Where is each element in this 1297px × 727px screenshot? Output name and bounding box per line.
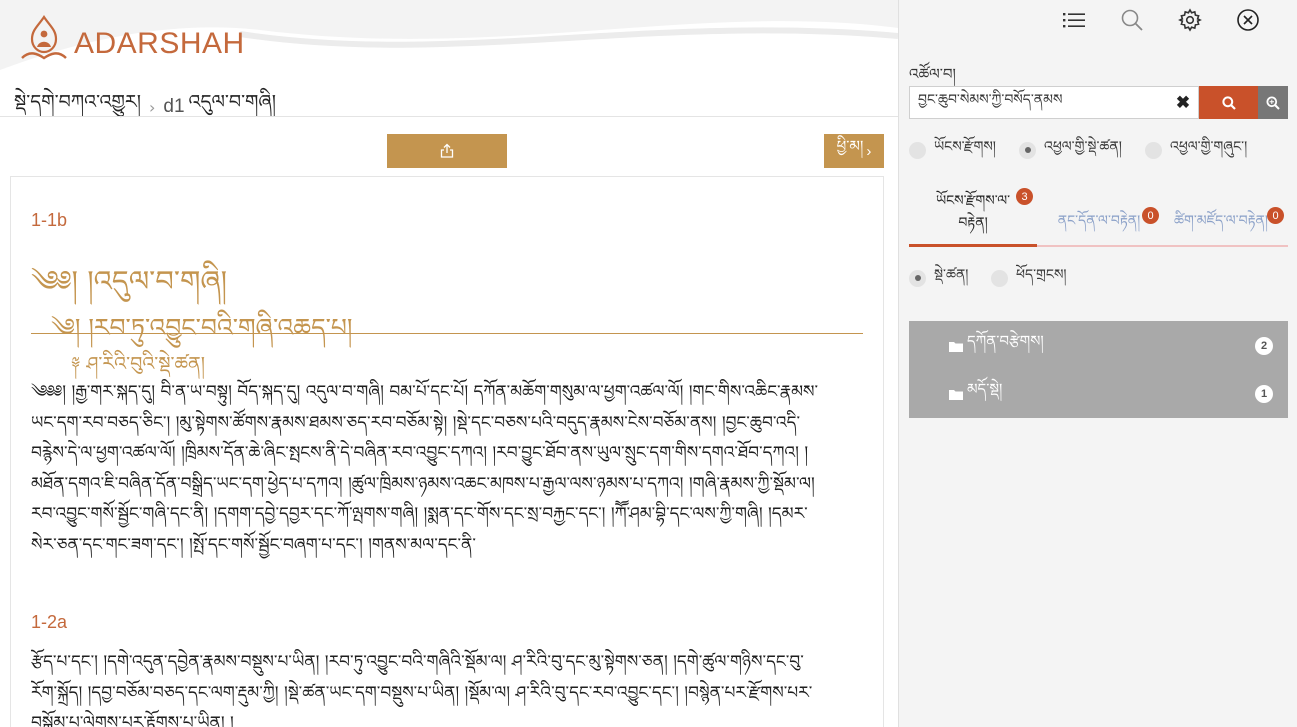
radio-button[interactable] xyxy=(909,141,926,159)
search-icon xyxy=(1121,9,1143,31)
breadcrumb: སྡེ་དགེ་བཀའ་འགྱུར། › d1 འདུལ་བ་གཞི། xyxy=(14,80,276,134)
search-box: ✖ xyxy=(909,86,1199,119)
page-reference: 1-1b xyxy=(31,210,68,230)
breadcrumb-collection[interactable]: སྡེ་དགེ་བཀའ་འགྱུར། xyxy=(14,80,141,134)
radio-button-selected[interactable] xyxy=(1019,141,1036,159)
scope-option-label: འཕྱལ་གྱི་གཞུང་། xyxy=(1170,139,1248,155)
breadcrumb-separator: › xyxy=(148,97,156,117)
view-option-label: སྡེ་ཚན། xyxy=(934,267,969,283)
text-line: ཡང་དག་རབ་བཅད་ཅིང་། །མུ་སྟེགས་ཚོགས་རྣམས་ཐ… xyxy=(31,412,801,433)
text-content: 1-1b ༄༅། །འདུལ་བ་གཞི། ༄། །རབ་ཏུ་འབྱུང་བའ… xyxy=(10,176,884,727)
result-count: 1 xyxy=(1255,385,1273,403)
result-folder-item[interactable]: དཀོན་བརྩེགས། 2 xyxy=(909,326,1288,366)
text-line: སེར་ཅན་དང་གང་ཟག་དང་། །སྤོ་དང་གསོ་སྦྱོང་བ… xyxy=(31,534,476,555)
scope-option-label: འཕྱལ་གྱི་སྡེ་ཚན། xyxy=(1044,139,1122,155)
clear-search-button[interactable]: ✖ xyxy=(1168,88,1198,118)
buddha-logo-icon xyxy=(21,15,67,60)
text-line: བརྙེས་དེ་ལ་ཕྱག་འཚལ་ལོ། །ཁྲིམས་དོན་ཆེ་ཞིང… xyxy=(31,443,809,463)
tab-label: ནང་དོན་ལ་བརྟེན། xyxy=(1057,213,1141,229)
folder-icon xyxy=(949,341,963,352)
close-circle-icon xyxy=(1237,9,1259,31)
search-toggle-button[interactable] xyxy=(1103,6,1161,34)
list-icon xyxy=(1063,13,1085,28)
text-line: རབ་འབྱུང་གསོ་སྦྱོང་གཞི་དང་ནི། །དགག་དབྱེ་… xyxy=(31,504,808,524)
scope-option-label: ཡོངས་རྫོགས། xyxy=(934,139,996,155)
folder-icon xyxy=(949,389,963,400)
app: ADARSHAH སྡེ་དགེ་བཀའ་འགྱུར། › d1 འདུལ་བ་… xyxy=(0,0,1297,727)
tab-label: ཡོངས་རྫོགས་ལ་ xyxy=(935,193,1011,209)
active-tab-indicator xyxy=(909,244,1037,247)
result-label: མདོ་སྡེ། xyxy=(967,380,1003,398)
tab-count-badge: 0 xyxy=(1267,207,1284,224)
result-label: དཀོན་བརྩེགས། xyxy=(967,332,1044,350)
radio-button[interactable] xyxy=(1145,141,1162,159)
result-folder-item[interactable]: མདོ་སྡེ། 1 xyxy=(909,374,1288,414)
brand-logo[interactable]: ADARSHAH xyxy=(18,14,245,64)
brand-name: ADARSHAH xyxy=(74,27,245,60)
tab-label: ཚིག་མཛོད་ལ་བརྟེན། xyxy=(1174,213,1268,229)
next-page-label: ཕྱི་མ། xyxy=(836,137,864,155)
search-panel: འཚོལ་བ། ✖ ཡོངས་རྫོགས། འ xyxy=(898,0,1297,727)
next-page-button[interactable]: ཕྱི་མ། › xyxy=(824,134,884,168)
tab-label: བརྟེན། xyxy=(958,215,988,231)
chevron-right-icon: › xyxy=(866,142,872,160)
tab-content[interactable]: ནང་དོན་ལ་བརྟེན། xyxy=(1049,180,1149,247)
search-results-list: དཀོན་བརྩེགས། 2 མདོ་སྡེ། 1 xyxy=(909,321,1288,418)
page-reference: 1-2a xyxy=(31,612,68,632)
scope-option[interactable]: འཕྱལ་གྱི་གཞུང་། xyxy=(1145,130,1247,170)
search-submit-button[interactable] xyxy=(1199,86,1258,119)
list-button[interactable] xyxy=(1045,6,1103,34)
text-paragraph: རྩོད་པ་དང་། །དགེ་འདུན་དབྱེན་རྣམས་བསྡུས་པ… xyxy=(31,647,871,727)
tab-count-badge: 3 xyxy=(1016,188,1033,205)
result-count: 2 xyxy=(1255,337,1273,355)
view-option-label: ཕོད་གྲངས། xyxy=(1016,267,1067,283)
text-line: བསྒོམ་པ་ལེགས་པར་རྟོགས་པ་ཡིན། ། xyxy=(31,713,234,727)
header-divider xyxy=(0,116,898,117)
scope-option[interactable]: ཡོངས་རྫོགས། xyxy=(909,130,1019,170)
search-scope-options: ཡོངས་རྫོགས། འཕྱལ་གྱི་སྡེ་ཚན། འཕྱལ་གྱི་གཞ… xyxy=(909,130,1247,170)
result-tabs: ཡོངས་རྫོགས་ལ་ བརྟེན། 3 ནང་དོན་ལ་བརྟེན། 0… xyxy=(909,180,1288,247)
breadcrumb-text-code: d1 xyxy=(163,96,185,117)
reader-pane: ADARSHAH སྡེ་དགེ་བཀའ་འགྱུར། › d1 འདུལ་བ་… xyxy=(0,0,898,727)
text-line: ༄༅༅། །རྒྱ་གར་སྐད་དུ། བི་ན་ཡ་བསྟུ། བོད་སྐ… xyxy=(31,382,819,402)
text-line: རོག་སྐྲོད། །དབྱ་བཅོམ་བཅད་དང་ལག་རྡུམ་ཀྱི།… xyxy=(31,682,813,703)
share-icon xyxy=(440,143,454,158)
text-line: མཐོན་དགའ་ཇི་བཞིན་དོན་བསྒྲིད་ཡང་དག་ཕྱེད་པ… xyxy=(31,473,815,494)
search-input[interactable] xyxy=(910,87,1168,118)
result-view-options: སྡེ་ཚན། ཕོད་གྲངས། xyxy=(909,258,1067,298)
close-panel-button[interactable] xyxy=(1219,6,1277,34)
share-button[interactable] xyxy=(387,134,507,168)
tab-count-badge: 0 xyxy=(1142,207,1159,224)
scope-option[interactable]: འཕྱལ་གྱི་སྡེ་ཚན། xyxy=(1019,130,1145,170)
text-line: རྩོད་པ་དང་། །དགེ་འདུན་དབྱེན་རྣམས་བསྡུས་པ… xyxy=(31,652,804,672)
view-option[interactable]: སྡེ་ཚན། xyxy=(909,258,991,298)
tab-glossary[interactable]: ཚིག་མཛོད་ལ་བརྟེན། xyxy=(1167,180,1275,247)
search-icon xyxy=(1221,95,1236,110)
breadcrumb-text-title: འདུལ་བ་གཞི། xyxy=(188,91,276,113)
advanced-search-icon xyxy=(1266,96,1280,110)
tab-all[interactable]: ཡོངས་རྫོགས་ལ་ བརྟེན། xyxy=(921,180,1025,247)
gear-icon xyxy=(1178,8,1202,32)
advanced-search-button[interactable] xyxy=(1258,86,1288,119)
panel-toolbar xyxy=(1045,6,1277,34)
view-option[interactable]: ཕོད་གྲངས། xyxy=(991,258,1067,298)
text-paragraph: ༄༅༅། །རྒྱ་གར་སྐད་དུ། བི་ན་ཡ་བསྟུ། བོད་སྐ… xyxy=(31,377,871,560)
radio-button[interactable] xyxy=(991,269,1008,287)
settings-button[interactable] xyxy=(1161,6,1219,34)
radio-button-selected[interactable] xyxy=(909,269,926,287)
